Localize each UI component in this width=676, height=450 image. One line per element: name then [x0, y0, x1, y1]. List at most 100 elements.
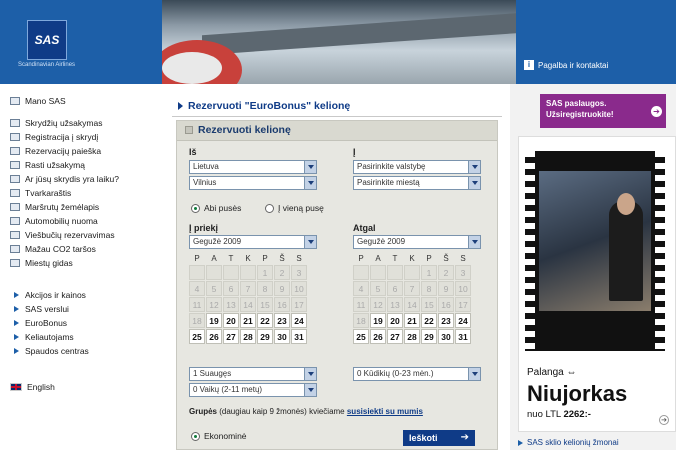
- sidebar-link-business[interactable]: SAS verslui: [10, 304, 69, 314]
- calendar-day[interactable]: 20: [387, 313, 403, 328]
- adults-select[interactable]: 1 Suaugęs: [189, 367, 317, 381]
- calendar-day: 2: [274, 265, 290, 280]
- sidebar-item-hotel-booking[interactable]: Viešbučių rezervavimas: [10, 230, 115, 240]
- photo-wing: [202, 12, 516, 56]
- sidebar-link-eurobonus[interactable]: EuroBonus: [10, 318, 67, 328]
- calendar-day[interactable]: 22: [421, 313, 437, 328]
- calendar-day[interactable]: 21: [240, 313, 256, 328]
- sas-logo-subtitle: Scandinavian Airlines: [18, 62, 76, 68]
- find-icon: [10, 161, 20, 169]
- weekday-header: T: [392, 254, 398, 263]
- to-country-select[interactable]: Pasirinkite valstybę: [353, 160, 481, 174]
- sidebar-item-car-rental[interactable]: Automobilių nuoma: [10, 216, 98, 226]
- ad-city: Niujorkas: [527, 381, 628, 406]
- calendar-day[interactable]: 26: [206, 329, 222, 344]
- calendar-day: 17: [455, 297, 471, 312]
- sidebar-item-city-guide[interactable]: Miestų gidas: [10, 258, 73, 268]
- ad-arrow-icon[interactable]: ➔: [659, 415, 669, 425]
- help-contact-link[interactable]: i Pagalba ir kontaktai: [524, 60, 608, 70]
- calendar-day[interactable]: 27: [387, 329, 403, 344]
- expand-icon: [185, 126, 193, 134]
- return-month-select[interactable]: Gegužė 2009: [353, 235, 481, 249]
- calendar-day[interactable]: 25: [353, 329, 369, 344]
- calendar-day[interactable]: 26: [370, 329, 386, 344]
- guide-icon: [10, 259, 20, 267]
- adults-value: 1 Suaugęs: [193, 369, 232, 378]
- calendar-day[interactable]: 24: [291, 313, 307, 328]
- calendar-day[interactable]: 30: [438, 329, 454, 344]
- from-country-select[interactable]: Lietuva: [189, 160, 317, 174]
- calendar-day[interactable]: 22: [257, 313, 273, 328]
- calendar-day: 18: [189, 313, 205, 328]
- infants-value: 0 Kūdikių (0-23 mėn.): [357, 369, 434, 378]
- calendar-day[interactable]: 19: [206, 313, 222, 328]
- help-contact-label: Pagalba ir kontaktai: [538, 60, 609, 70]
- checkin-icon: [10, 133, 20, 141]
- calendar-day[interactable]: 23: [438, 313, 454, 328]
- calendar-day[interactable]: 28: [404, 329, 420, 344]
- sidebar-item-checkin[interactable]: Registracija į skrydį: [10, 132, 98, 142]
- children-select[interactable]: 0 Vaikų (2-11 metų): [189, 383, 317, 397]
- trip-oneway-radio[interactable]: Į vieną pusę: [265, 203, 324, 213]
- return-label: Atgal: [353, 223, 376, 233]
- calendar-day: 15: [421, 297, 437, 312]
- film-frame: [539, 171, 651, 311]
- language-switch[interactable]: English: [10, 382, 55, 392]
- film-holes-left: [525, 151, 535, 351]
- flight-ad-banner[interactable]: Palanga ⇔ Niujorkas nuo LTL 2262:- ➔: [518, 136, 676, 432]
- radio-checked-icon: [191, 203, 200, 213]
- sidebar-item-timetable[interactable]: Tvarkaraštis: [10, 188, 71, 198]
- sidebar-item-route-map[interactable]: Maršrutų žemėlapis: [10, 202, 99, 212]
- search-button[interactable]: Ieškoti ➔: [403, 430, 475, 446]
- sidebar-item-mano-sas[interactable]: Mano SAS: [10, 96, 66, 106]
- sidebar-item-find-booking[interactable]: Rasti užsakymą: [10, 160, 85, 170]
- calendar-empty-cell: [353, 265, 369, 280]
- weekday-header: Š: [443, 254, 449, 263]
- calendar-day[interactable]: 29: [421, 329, 437, 344]
- radio-checked-icon: [191, 431, 200, 441]
- calendar-day[interactable]: 31: [455, 329, 471, 344]
- calendar-day[interactable]: 19: [370, 313, 386, 328]
- bottom-promo-label: SAS sklio kelionių žmonai: [527, 438, 619, 447]
- arrow-right-icon: [14, 306, 19, 312]
- calendar-day[interactable]: 23: [274, 313, 290, 328]
- sas-services-promo[interactable]: SAS paslaugos. Užsiregistruokite! ➔: [540, 94, 666, 128]
- calendar-day[interactable]: 21: [404, 313, 420, 328]
- from-city-select[interactable]: Vilnius: [189, 176, 317, 190]
- sidebar-item-label: Tvarkaraštis: [25, 188, 72, 198]
- bottom-promo-link[interactable]: SAS sklio kelionių žmonai: [514, 438, 619, 447]
- return-calendar: P A T K P Š S 1 2 3 4 5 6 7 8 9 10 11 12 13 14 15 16 17 18 19 20 21…: [353, 253, 471, 344]
- sidebar-link-press[interactable]: Spaudos centras: [10, 346, 89, 356]
- to-city-select[interactable]: Pasirinkite miestą: [353, 176, 481, 190]
- calendar-day: 1: [421, 265, 437, 280]
- sidebar-item-co2[interactable]: Mažau CO2 taršos: [10, 244, 96, 254]
- radio-unchecked-icon: [265, 203, 274, 213]
- calendar-day[interactable]: 29: [257, 329, 273, 344]
- calendar-day[interactable]: 25: [189, 329, 205, 344]
- infants-select[interactable]: 0 Kūdikių (0-23 mėn.): [353, 367, 481, 381]
- outbound-month-select[interactable]: Gegužė 2009: [189, 235, 317, 249]
- calendar-day[interactable]: 28: [240, 329, 256, 344]
- calendar-day: 9: [438, 281, 454, 296]
- calendar-day[interactable]: 27: [223, 329, 239, 344]
- triangle-right-icon: [178, 102, 183, 110]
- trip-roundtrip-radio[interactable]: Abi pusės: [191, 203, 241, 213]
- sidebar-item-reservation-search[interactable]: Rezervacijų paieška: [10, 146, 101, 156]
- search-button-label: Ieškoti: [409, 433, 438, 443]
- sidebar-link-travellers[interactable]: Keliautojams: [10, 332, 74, 342]
- calendar-day[interactable]: 30: [274, 329, 290, 344]
- arrow-right-icon: [14, 334, 19, 340]
- calendar-day[interactable]: 31: [291, 329, 307, 344]
- header: SAS Scandinavian Airlines i Pagalba ir k…: [0, 0, 676, 84]
- sidebar-item-flight-booking[interactable]: Skrydžių užsakymas: [10, 118, 102, 128]
- ad-face: [617, 193, 635, 215]
- calendar-day[interactable]: 20: [223, 313, 239, 328]
- sidebar-item-flight-status[interactable]: Ar jūsų skrydis yra laiku?: [10, 174, 119, 184]
- calendar-day: 6: [223, 281, 239, 296]
- contact-us-link[interactable]: susisiekti su mumis: [347, 407, 423, 416]
- sidebar-link-offers[interactable]: Akcijos ir kainos: [10, 290, 86, 300]
- calendar-day[interactable]: 24: [455, 313, 471, 328]
- sas-logo[interactable]: SAS: [27, 20, 67, 60]
- car-icon: [10, 217, 20, 225]
- class-economy-radio[interactable]: Ekonominė: [191, 431, 247, 441]
